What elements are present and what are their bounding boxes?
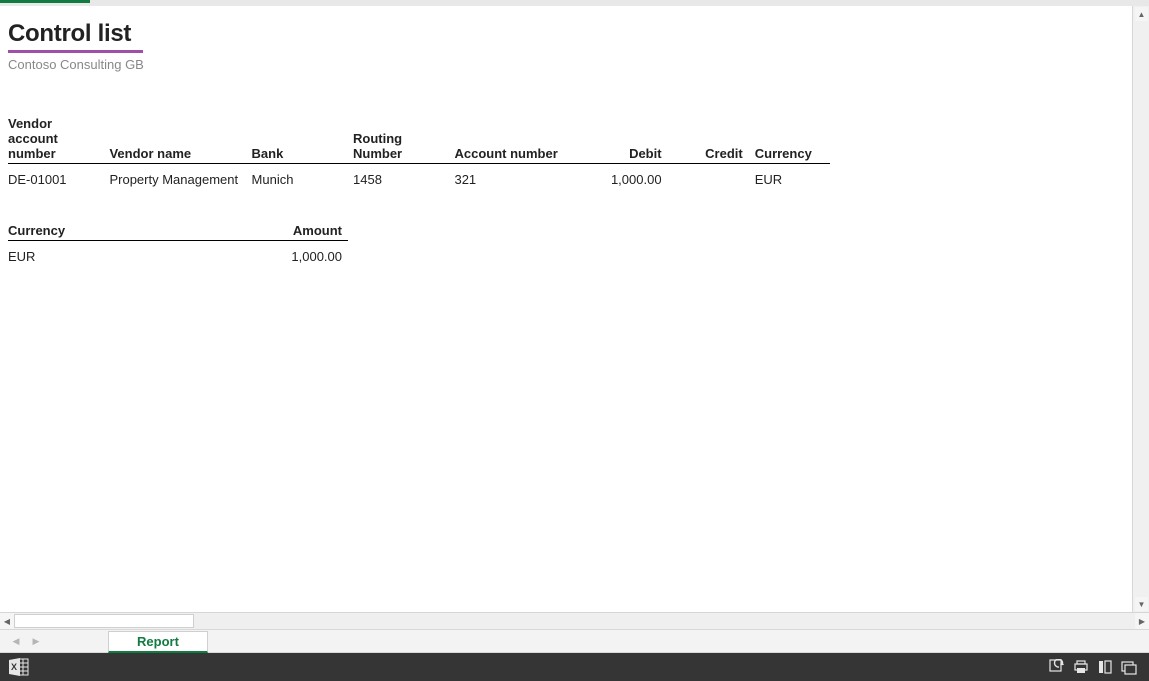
summary-header-row: Currency Amount — [8, 223, 348, 241]
page-view-button[interactable] — [1093, 657, 1117, 677]
cell-amount: 1,000.00 — [208, 241, 348, 267]
refresh-icon — [1049, 659, 1065, 675]
cell-account: 321 — [454, 164, 586, 190]
title-underline — [8, 50, 143, 53]
col-currency: Currency — [8, 223, 208, 241]
sheet-tab-bar: ◀ ▶ Report — [0, 629, 1149, 653]
chevron-left-icon: ◀ — [4, 617, 10, 626]
fullscreen-button[interactable] — [1117, 657, 1141, 677]
cell-routing: 1458 — [353, 164, 454, 190]
print-icon — [1073, 659, 1089, 675]
summary-table: Currency Amount EUR 1,000.00 — [8, 223, 348, 266]
col-debit: Debit — [586, 116, 667, 164]
report-canvas: Control list Contoso Consulting GB Vendo… — [0, 6, 1132, 612]
cell-currency: EUR — [8, 241, 208, 267]
cell-vendor-account: DE-01001 — [8, 164, 109, 190]
next-sheet-button[interactable]: ▶ — [28, 633, 44, 649]
report-subtitle: Contoso Consulting GB — [8, 57, 1124, 72]
col-amount: Amount — [208, 223, 348, 241]
horizontal-scrollbar[interactable]: ◀ ▶ — [0, 612, 1149, 629]
col-vendor-account: Vendor account number — [8, 116, 109, 164]
scroll-thumb[interactable] — [14, 614, 194, 628]
col-account: Account number — [454, 116, 586, 164]
chevron-left-icon: ◀ — [13, 636, 20, 647]
scroll-left-button[interactable]: ◀ — [0, 613, 14, 629]
cell-currency: EUR — [749, 164, 830, 190]
report-title: Control list — [8, 20, 1124, 48]
summary-row: EUR 1,000.00 — [8, 241, 348, 267]
col-currency: Currency — [749, 116, 830, 164]
cell-bank: Munich — [252, 164, 353, 190]
chevron-right-icon: ▶ — [1139, 617, 1145, 626]
sheet-tab-label: Report — [137, 634, 179, 649]
cell-credit — [668, 164, 749, 190]
svg-text:X: X — [11, 662, 17, 672]
scroll-right-button[interactable]: ▶ — [1135, 613, 1149, 629]
col-routing: Routing Number — [353, 116, 454, 164]
control-list-table: Vendor account number Vendor name Bank R… — [8, 116, 830, 189]
sheet-tab-report[interactable]: Report — [108, 631, 208, 653]
scroll-down-button[interactable]: ▼ — [1135, 597, 1148, 611]
cell-vendor-name: Property Management — [109, 164, 251, 190]
refresh-button[interactable] — [1045, 657, 1069, 677]
chevron-down-icon: ▼ — [1138, 600, 1146, 609]
table-header-row: Vendor account number Vendor name Bank R… — [8, 116, 830, 164]
col-bank: Bank — [252, 116, 353, 164]
scroll-up-button[interactable]: ▲ — [1135, 7, 1148, 21]
scroll-track[interactable] — [194, 613, 1135, 629]
col-vendor-name: Vendor name — [109, 116, 251, 164]
excel-icon: X — [8, 657, 30, 677]
col-credit: Credit — [668, 116, 749, 164]
page-view-icon — [1097, 659, 1113, 675]
prev-sheet-button[interactable]: ◀ — [8, 633, 24, 649]
vertical-scrollbar[interactable]: ▲ ▼ — [1132, 6, 1149, 612]
chevron-right-icon: ▶ — [33, 636, 40, 647]
table-row: DE-01001 Property Management Munich 1458… — [8, 164, 830, 190]
print-button[interactable] — [1069, 657, 1093, 677]
status-toolbar: X — [0, 653, 1149, 681]
chevron-up-icon: ▲ — [1138, 10, 1146, 19]
fullscreen-icon — [1121, 659, 1137, 675]
cell-debit: 1,000.00 — [586, 164, 667, 190]
